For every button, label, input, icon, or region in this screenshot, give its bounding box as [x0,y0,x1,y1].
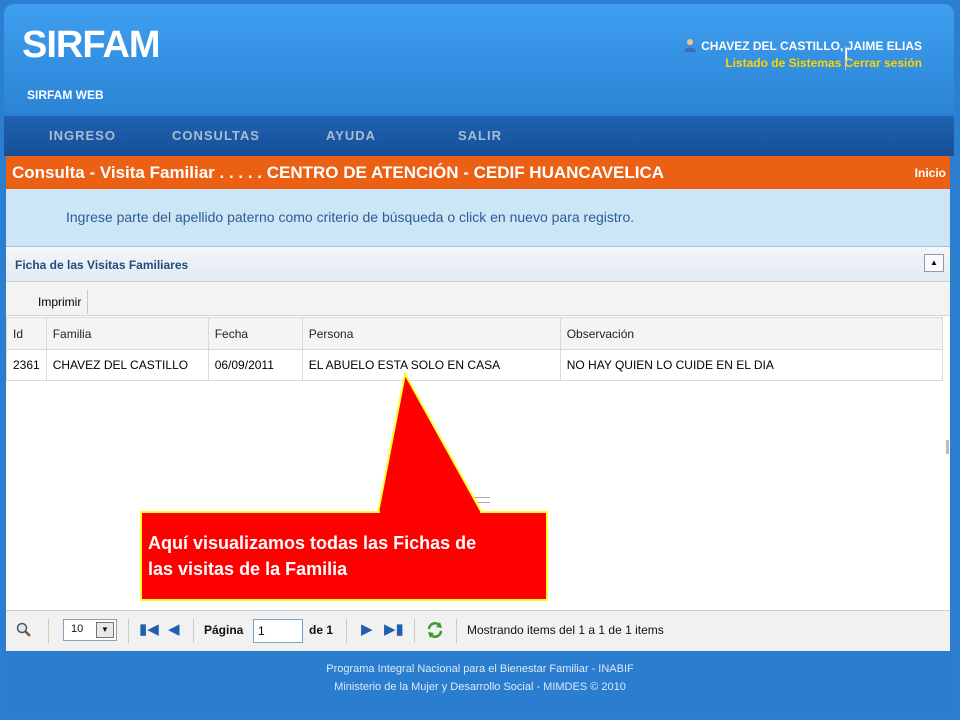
user-links: Listado de Sistemas | Cerrar sesión [683,46,922,70]
grid-header-row: Id Familia Fecha Persona Observación [6,317,943,350]
user-name: CHAVEZ DEL CASTILLO, JAIME ELIAS [701,39,922,53]
pager-divider [456,619,457,643]
grid-toolbar: Imprimir [6,282,950,316]
footer-line-2: Ministerio de la Mujer y Desarrollo Soci… [334,681,626,693]
content-area: Consulta - Visita Familiar . . . . . CEN… [6,156,950,651]
instruction-text: Ingrese parte del apellido paterno como … [66,209,635,225]
link-separator: | [844,46,848,70]
visits-grid: Id Familia Fecha Persona Observación 236… [6,317,943,381]
scrollbar[interactable] [946,440,949,454]
home-link[interactable]: Inicio [915,166,946,180]
resize-handle[interactable] [466,497,490,503]
previous-page-icon[interactable]: ◀ [168,620,180,638]
user-icon [684,39,697,52]
nav-item-consultas[interactable]: CONSULTAS [172,128,260,143]
cell-observacion: NO HAY QUIEN LO CUIDE EN EL DIA [559,349,943,381]
column-header-observacion[interactable]: Observación [559,317,943,350]
cell-persona: EL ABUELO ESTA SOLO EN CASA [301,349,561,381]
pager-divider [414,619,415,643]
column-header-familia[interactable]: Familia [45,317,209,350]
page-size-value: 10 [71,623,84,635]
first-page-icon[interactable]: ▮◀ [139,620,159,638]
pager-divider [128,619,129,643]
instruction-band: Ingrese parte del apellido paterno como … [6,189,950,247]
pager-divider [48,619,49,643]
app-subtitle: SIRFAM WEB [27,88,104,102]
page-title-bar: Consulta - Visita Familiar . . . . . CEN… [6,156,950,189]
refresh-icon[interactable] [426,621,444,639]
panel-title: Ficha de las Visitas Familiares [15,258,189,272]
page-number-input[interactable] [253,619,303,643]
column-header-persona[interactable]: Persona [301,317,561,350]
user-area: CHAVEZ DEL CASTILLO, JAIME ELIAS Listado… [683,38,922,70]
footer-line-1: Programa Integral Nacional para el Biene… [326,663,634,675]
page-count-label: de 1 [309,623,334,637]
column-header-fecha[interactable]: Fecha [207,317,303,350]
app-logo: SIRFAM [22,24,161,66]
pager-bar: 10 ▼ ▮◀ ◀ Página de 1 ▶ ▶▮ Mostrando ite… [6,610,950,651]
page-size-select[interactable]: 10 ▼ [63,619,117,641]
collapse-button[interactable]: ▲ [924,254,944,272]
footer: Programa Integral Nacional para el Biene… [0,660,960,696]
app-frame: SIRFAM SIRFAM WEB CHAVEZ DEL CASTILLO, J… [4,4,954,716]
pager-divider [346,619,347,643]
systems-link[interactable]: Listado de Sistemas [725,56,841,70]
logout-link[interactable]: Cerrar sesión [845,56,922,70]
user-name-row: CHAVEZ DEL CASTILLO, JAIME ELIAS [683,38,922,53]
nav-item-ingreso[interactable]: INGRESO [49,128,116,143]
cell-familia: CHAVEZ DEL CASTILLO [45,349,209,381]
main-nav: INGRESO CONSULTAS AYUDA SALIR [4,116,954,156]
last-page-icon[interactable]: ▶▮ [384,620,404,638]
pager-status: Mostrando items del 1 a 1 de 1 items [467,623,664,637]
page-title: Consulta - Visita Familiar . . . . . CEN… [12,163,665,182]
search-icon[interactable] [16,622,32,638]
pager-divider [193,619,194,643]
nav-item-ayuda[interactable]: AYUDA [326,128,376,143]
cell-fecha: 06/09/2011 [207,349,303,381]
next-page-icon[interactable]: ▶ [361,620,373,638]
table-row[interactable]: 2361 CHAVEZ DEL CASTILLO 06/09/2011 EL A… [6,349,943,381]
panel-header: Ficha de las Visitas Familiares ▲ [6,247,950,282]
nav-item-salir[interactable]: SALIR [458,128,502,143]
chevron-down-icon[interactable]: ▼ [96,622,114,638]
cell-id: 2361 [6,349,47,381]
print-button[interactable]: Imprimir [32,290,89,314]
page-label: Página [204,623,244,637]
header: SIRFAM SIRFAM WEB CHAVEZ DEL CASTILLO, J… [4,4,954,116]
column-header-id[interactable]: Id [6,317,47,350]
